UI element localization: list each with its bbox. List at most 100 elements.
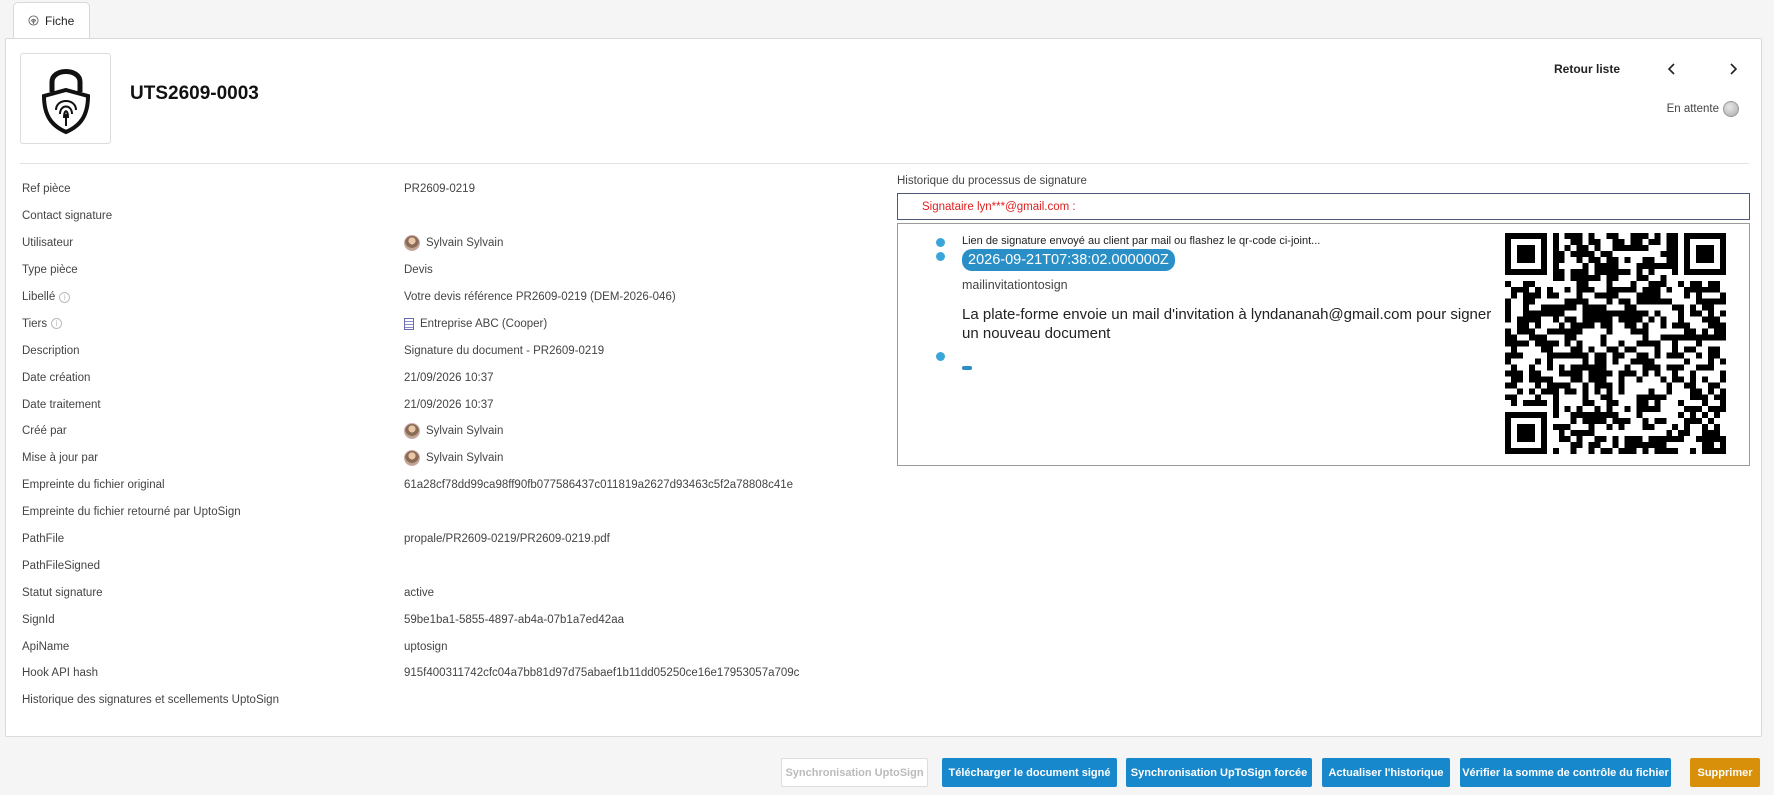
refresh-history-button[interactable]: Actualiser l'historique xyxy=(1322,758,1450,787)
previous-record-button[interactable] xyxy=(1660,57,1682,81)
avatar xyxy=(404,423,420,440)
field-value: 21/09/2026 10:37 xyxy=(404,399,494,411)
field-value: uptosign xyxy=(404,641,447,653)
field-value: Sylvain Sylvain xyxy=(404,235,503,252)
field-row: Statut signature active xyxy=(22,579,882,606)
field-label-text: Type pièce xyxy=(22,264,78,277)
field-value-text[interactable]: Sylvain Sylvain xyxy=(426,452,503,464)
timeline-message: La plate-forme envoie un mail d'invitati… xyxy=(962,306,1492,342)
company-icon xyxy=(404,317,414,330)
field-value-text: Devis xyxy=(404,264,433,277)
field-value-text: propale/PR2609-0219/PR2609-0219.pdf xyxy=(404,533,610,546)
timeline-dash xyxy=(962,366,972,370)
field-value: active xyxy=(404,587,434,599)
field-label: Tiers i xyxy=(22,318,404,330)
tab-label: Fiche xyxy=(45,13,75,28)
signature-timeline: Lien de signature envoyé au client par m… xyxy=(897,223,1750,466)
field-value: 59be1ba1-5855-4897-ab4a-07b1a7ed42aa xyxy=(404,614,624,626)
sync-uptosign-button[interactable]: Synchronisation UptoSign xyxy=(781,758,928,787)
field-value: Signature du document - PR2609-0219 xyxy=(404,345,604,357)
verify-checksum-button[interactable]: Vérifier la somme de contrôle du fichier xyxy=(1460,758,1671,787)
avatar xyxy=(404,235,420,252)
field-label-text: Mise à jour par xyxy=(22,452,99,465)
next-record-button[interactable] xyxy=(1722,57,1744,81)
status-label: En attente xyxy=(1666,103,1719,115)
field-value-text[interactable]: Entreprise ABC (Cooper) xyxy=(420,318,547,330)
field-label: Historique des signatures et scellements… xyxy=(22,694,404,706)
field-label: Créé par xyxy=(22,425,404,437)
delete-button[interactable]: Supprimer xyxy=(1690,758,1760,787)
field-row: Historique des signatures et scellements… xyxy=(22,687,882,714)
field-value-text[interactable]: Sylvain Sylvain xyxy=(426,425,503,437)
timeline-event-code: mailinvitationtosign xyxy=(962,278,1068,292)
status-indicator-icon xyxy=(1723,101,1739,117)
field-label: Type pièce xyxy=(22,264,404,276)
field-label-text: Historique des signatures et scellements… xyxy=(22,694,279,707)
field-value-text[interactable]: Sylvain Sylvain xyxy=(426,237,503,249)
field-label: Hook API hash xyxy=(22,667,404,679)
field-value: 915f400311742cfc04a7bb81d97d75abaef1b11d… xyxy=(404,667,799,679)
field-row: Contact signature xyxy=(22,203,882,230)
field-row: Empreinte du fichier retourné par UptoSi… xyxy=(22,499,882,526)
field-label: Empreinte du fichier original xyxy=(22,479,404,491)
timeline-date-badge: 2026-09-21T07:38:02.000000Z xyxy=(962,249,1175,271)
field-row: Créé par Sylvain Sylvain xyxy=(22,418,882,445)
field-value: Entreprise ABC (Cooper) xyxy=(404,317,547,330)
field-value-text: 59be1ba1-5855-4897-ab4a-07b1a7ed42aa xyxy=(404,613,624,626)
field-label-text: Empreinte du fichier original xyxy=(22,479,165,492)
padlock-fingerprint-logo xyxy=(20,53,111,144)
field-label-text: Tiers xyxy=(22,317,48,330)
field-value: PR2609-0219 xyxy=(404,183,475,195)
field-row: Mise à jour par Sylvain Sylvain xyxy=(22,445,882,472)
field-row: Type pièce Devis xyxy=(22,257,882,284)
divider xyxy=(20,163,1749,164)
info-icon[interactable]: i xyxy=(59,291,71,303)
field-label-text: SignId xyxy=(22,613,55,626)
chevron-left-icon xyxy=(1667,63,1675,75)
field-row: Libellé i Votre devis référence PR2609-021… xyxy=(22,284,882,311)
field-value-text: uptosign xyxy=(404,640,448,653)
forced-sync-button[interactable]: Synchronisation UpToSign forcée xyxy=(1126,758,1312,787)
field-row: Ref pièce PR2609-0219 xyxy=(22,176,882,203)
field-label: Mise à jour par xyxy=(22,452,404,464)
field-label: Statut signature xyxy=(22,587,404,599)
avatar xyxy=(404,450,420,467)
download-signed-document-button[interactable]: Télécharger le document signé xyxy=(942,758,1117,787)
field-value: Votre devis référence PR2609-0219 (DEM-2… xyxy=(404,291,676,303)
field-value-text: Signature du document - PR2609-0219 xyxy=(404,344,605,357)
field-value-text: active xyxy=(404,586,435,599)
field-label-text: Empreinte du fichier retourné par UptoSi… xyxy=(22,506,241,519)
field-value-text: 21/09/2026 10:37 xyxy=(404,371,494,384)
status-badge: En attente xyxy=(1667,101,1739,117)
field-label-text: ApiName xyxy=(22,640,70,653)
field-row: ApiName uptosign xyxy=(22,633,882,660)
field-row: Description Signature du document - PR260… xyxy=(22,337,882,364)
fingerprint-icon xyxy=(28,15,39,26)
timeline-dot-icon xyxy=(936,252,945,261)
field-value: Devis xyxy=(404,264,433,276)
back-to-list-link[interactable]: Retour liste xyxy=(1554,62,1620,76)
field-label-text: Utilisateur xyxy=(22,237,74,250)
field-value: Sylvain Sylvain xyxy=(404,423,503,440)
history-title: Historique du processus de signature xyxy=(897,175,1087,187)
field-label: ApiName xyxy=(22,641,404,653)
timeline-note: Lien de signature envoyé au client par m… xyxy=(962,235,1321,247)
field-value: Sylvain Sylvain xyxy=(404,450,503,467)
field-row: Hook API hash 915f400311742cfc04a7bb81d97… xyxy=(22,660,882,687)
signer-header: Signataire lyn***@gmail.com : xyxy=(897,193,1750,220)
field-label: PathFileSigned xyxy=(22,560,404,572)
field-label-text: Description xyxy=(22,344,80,357)
tab-bar: Fiche xyxy=(13,2,91,38)
info-icon[interactable]: i xyxy=(51,318,63,330)
field-row: PathFileSigned xyxy=(22,552,882,579)
field-value: 21/09/2026 10:37 xyxy=(404,372,494,384)
field-label-text: Hook API hash xyxy=(22,667,99,680)
qr-code-icon xyxy=(1505,233,1726,454)
field-value: propale/PR2609-0219/PR2609-0219.pdf xyxy=(404,533,610,545)
field-row: Empreinte du fichier original 61a28cf78dd… xyxy=(22,472,882,499)
field-value-text: 21/09/2026 10:37 xyxy=(404,398,494,411)
field-label-text: Ref pièce xyxy=(22,183,71,196)
field-value-text: Votre devis référence PR2609-0219 (DEM-2… xyxy=(404,291,676,303)
tab-fiche[interactable]: Fiche xyxy=(13,2,91,38)
field-value-text: 61a28cf78dd99ca98ff90fb077586437c011819a… xyxy=(404,479,794,492)
